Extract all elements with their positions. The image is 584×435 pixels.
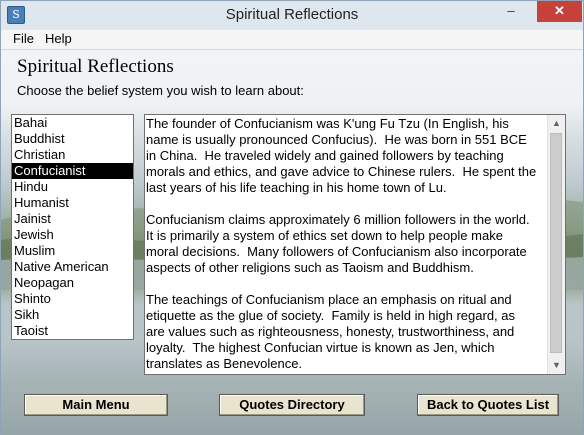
scroll-up-arrow-icon[interactable]: ▲ [548, 115, 565, 132]
quotes-directory-button[interactable]: Quotes Directory [219, 394, 365, 416]
scroll-down-arrow-icon[interactable]: ▼ [548, 357, 565, 374]
scroll-thumb[interactable] [550, 133, 562, 353]
list-item-bahai[interactable]: Bahai [12, 115, 133, 131]
list-item-buddhist[interactable]: Buddhist [12, 131, 133, 147]
window-title: Spiritual Reflections [225, 6, 359, 23]
list-item-confucianist[interactable]: Confucianist [12, 163, 133, 179]
description-paragraph: The teachings of Confucianism place an e… [146, 292, 516, 371]
menu-file[interactable]: File [11, 31, 36, 46]
list-item-sikh[interactable]: Sikh [12, 307, 133, 323]
main-content: Spiritual Reflections Choose the belief … [1, 50, 583, 435]
list-item-shinto[interactable]: Shinto [12, 291, 133, 307]
list-item-muslim[interactable]: Muslim [12, 243, 133, 259]
list-item-jewish[interactable]: Jewish [12, 227, 133, 243]
page-title: Spiritual Reflections [17, 56, 174, 77]
close-button[interactable]: ✕ [537, 1, 582, 22]
menu-help[interactable]: Help [43, 31, 74, 46]
list-item-hindu[interactable]: Hindu [12, 179, 133, 195]
title-bar[interactable]: S Spiritual Reflections – ✕ [1, 1, 583, 31]
app-window: S Spiritual Reflections – ✕ File Help Sp… [0, 0, 584, 435]
list-item-jainist[interactable]: Jainist [12, 211, 133, 227]
list-item-humanist[interactable]: Humanist [12, 195, 133, 211]
description-text: The founder of Confucianism was K'ung Fu… [146, 116, 546, 374]
list-item-native-american[interactable]: Native American [12, 259, 133, 275]
description-paragraph: The founder of Confucianism was K'ung Fu… [146, 116, 537, 195]
description-paragraph: Confucianism claims approximately 6 mill… [146, 212, 530, 275]
list-item-christian[interactable]: Christian [12, 147, 133, 163]
vertical-scrollbar[interactable]: ▲ ▼ [547, 115, 565, 374]
belief-system-list[interactable]: Bahai Buddhist Christian Confucianist Hi… [11, 114, 134, 340]
list-item-taoist[interactable]: Taoist [12, 323, 133, 339]
list-item-neopagan[interactable]: Neopagan [12, 275, 133, 291]
description-textbox[interactable]: The founder of Confucianism was K'ung Fu… [144, 114, 566, 375]
back-to-quotes-list-button[interactable]: Back to Quotes List [417, 394, 559, 416]
minimize-button[interactable]: – [497, 1, 525, 22]
menu-bar: File Help [1, 30, 583, 50]
main-menu-button[interactable]: Main Menu [24, 394, 168, 416]
instruction-label: Choose the belief system you wish to lea… [17, 83, 304, 98]
